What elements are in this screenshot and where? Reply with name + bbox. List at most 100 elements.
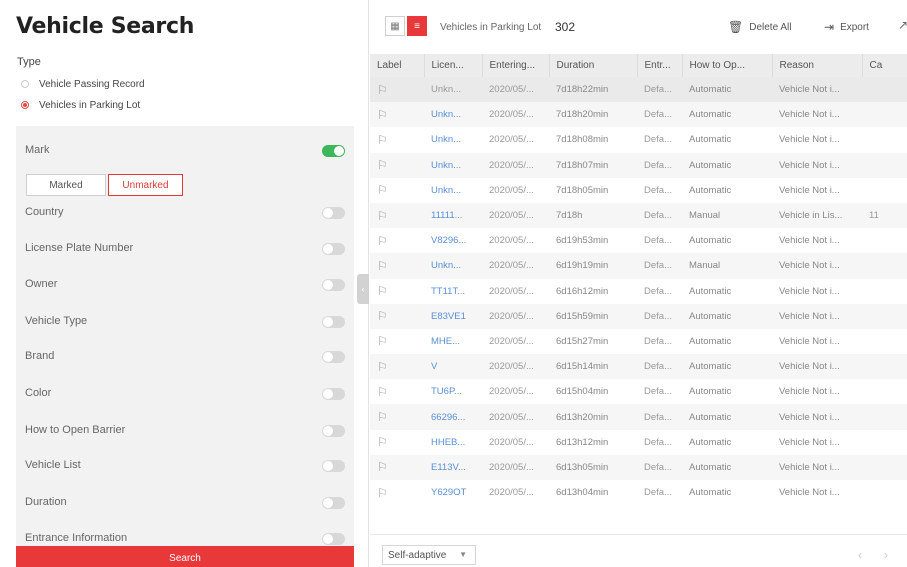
open-external-icon[interactable]: ↗ bbox=[898, 18, 907, 32]
cell-plate[interactable]: Unkn... bbox=[424, 127, 482, 152]
cell-plate[interactable]: MHE... bbox=[424, 329, 482, 354]
next-page-icon[interactable]: › bbox=[884, 548, 888, 562]
grid-icon[interactable]: ▦ bbox=[385, 16, 405, 36]
flag-icon[interactable]: ⚐ bbox=[370, 253, 424, 279]
flag-icon[interactable]: ⚐ bbox=[370, 178, 424, 203]
vehicle-list-toggle[interactable] bbox=[322, 460, 345, 472]
mark-toggle[interactable] bbox=[322, 145, 345, 157]
cell-extra bbox=[862, 354, 907, 380]
filter-label: Vehicle List bbox=[25, 459, 81, 471]
license-plate-toggle[interactable] bbox=[322, 243, 345, 255]
table-row[interactable]: ⚐ Y629OT 2020/05/... 6d13h04min Defa... Autom… bbox=[370, 480, 907, 505]
table-row[interactable]: ⚐ E113V... 2020/05/... 6d13h05min Defa... Aut… bbox=[370, 454, 907, 480]
flag-icon[interactable]: ⚐ bbox=[370, 202, 424, 229]
cell-entrance: Defa... bbox=[637, 454, 682, 480]
flag-icon[interactable]: ⚐ bbox=[370, 430, 424, 455]
table-row[interactable]: ⚐ TU6P... 2020/05/... 6d15h04min Defa... Auto… bbox=[370, 379, 907, 404]
column-header[interactable]: Entering... bbox=[482, 54, 550, 77]
cell-plate[interactable]: TU6P... bbox=[424, 379, 482, 404]
cell-plate[interactable]: V8296... bbox=[424, 228, 482, 253]
page-size-select[interactable]: Self-adaptive ▼ bbox=[382, 545, 476, 565]
cell-plate[interactable]: Unkn... bbox=[424, 253, 482, 279]
column-header[interactable]: Label bbox=[370, 54, 425, 77]
table-row[interactable]: ⚐ 66296... 2020/05/... 6d13h20min Defa... Aut… bbox=[370, 404, 907, 430]
column-header[interactable]: Licen... bbox=[424, 54, 483, 77]
duration-toggle[interactable] bbox=[322, 497, 345, 509]
table-row[interactable]: ⚐ Unkn... 2020/05/... 7d18h22min Defa... Auto… bbox=[370, 77, 907, 103]
cell-barrier: Automatic bbox=[689, 335, 732, 347]
column-header[interactable]: Ca bbox=[862, 54, 907, 77]
cell-plate[interactable]: Y629OT bbox=[424, 480, 482, 505]
table-row[interactable]: ⚐ E83VE1 2020/05/... 6d15h59min Defa... Autom… bbox=[370, 303, 907, 329]
cell-plate[interactable]: E113V... bbox=[424, 454, 482, 480]
collapse-panel-icon[interactable]: ‹ bbox=[357, 274, 369, 304]
flag-icon[interactable]: ⚐ bbox=[370, 454, 424, 480]
table-row[interactable]: ⚐ Unkn... 2020/05/... 7d18h20min Defa... Auto… bbox=[370, 102, 907, 128]
cell-plate[interactable]: TT11T... bbox=[424, 279, 482, 304]
flag-icon[interactable]: ⚐ bbox=[370, 152, 424, 178]
cell-reason: Vehicle Not i... bbox=[772, 77, 862, 103]
marked-button[interactable]: Marked bbox=[26, 174, 106, 196]
column-header[interactable]: How to Op... bbox=[682, 54, 773, 77]
prev-page-icon[interactable]: ‹ bbox=[858, 548, 862, 562]
entrance-toggle[interactable] bbox=[322, 533, 345, 545]
radio-vehicles-in-parking-lot[interactable]: Vehicles in Parking Lot bbox=[21, 98, 140, 112]
flag-icon[interactable]: ⚐ bbox=[370, 354, 424, 380]
barrier-toggle[interactable] bbox=[322, 425, 345, 437]
cell-entering: 2020/05/... bbox=[489, 335, 534, 347]
cell-entering: 2020/05/... bbox=[489, 235, 534, 247]
cell-plate[interactable]: Unkn... bbox=[424, 178, 482, 203]
color-toggle[interactable] bbox=[322, 388, 345, 400]
toolbar: ▦ ≡ Vehicles in Parking Lot 302 🗑 Delete… bbox=[370, 0, 907, 56]
country-toggle[interactable] bbox=[322, 207, 345, 219]
owner-toggle[interactable] bbox=[322, 279, 345, 291]
table-row[interactable]: ⚐ V 2020/05/... 6d15h14min Defa... Automatic V… bbox=[370, 354, 907, 380]
flag-icon[interactable]: ⚐ bbox=[370, 404, 424, 430]
column-header[interactable]: Reason bbox=[772, 54, 863, 77]
cell-plate[interactable]: Unkn... bbox=[424, 102, 482, 128]
delete-all-button[interactable]: 🗑 Delete All bbox=[728, 20, 791, 34]
table-row[interactable]: ⚐ V8296... 2020/05/... 6d19h53min Defa... Aut… bbox=[370, 228, 907, 253]
cell-plate[interactable]: 66296... bbox=[424, 404, 482, 430]
cell-entering: 2020/05/... bbox=[482, 77, 549, 103]
cell-plate[interactable]: 11111... bbox=[424, 202, 482, 229]
radio-vehicle-passing-record[interactable]: Vehicle Passing Record bbox=[21, 77, 145, 91]
flag-icon[interactable]: ⚐ bbox=[370, 303, 424, 329]
brand-toggle[interactable] bbox=[322, 351, 345, 363]
cell-plate[interactable]: Unkn... bbox=[424, 77, 482, 103]
list-icon[interactable]: ≡ bbox=[407, 16, 427, 36]
table-row[interactable]: ⚐ MHE... 2020/05/... 6d15h27min Defa... Autom… bbox=[370, 329, 907, 354]
column-header[interactable]: Entr... bbox=[637, 54, 683, 77]
radio-button[interactable] bbox=[21, 80, 29, 88]
table-row[interactable]: ⚐ 11111... 2020/05/... 7d18h Defa... Manual Ve… bbox=[370, 202, 907, 229]
flag-icon[interactable]: ⚐ bbox=[370, 77, 424, 103]
unmarked-button[interactable]: Unmarked bbox=[108, 174, 183, 196]
flag-icon[interactable]: ⚐ bbox=[370, 127, 424, 152]
cell-plate[interactable]: V bbox=[424, 354, 482, 380]
flag-icon[interactable]: ⚐ bbox=[370, 279, 424, 304]
table-row[interactable]: ⚐ HHEB... 2020/05/... 6d13h12min Defa... Auto… bbox=[370, 430, 907, 455]
flag-icon[interactable]: ⚐ bbox=[370, 379, 424, 404]
cell-entrance: Defa... bbox=[637, 102, 682, 128]
filter-owner: Owner bbox=[16, 268, 354, 304]
flag-icon[interactable]: ⚐ bbox=[370, 480, 424, 505]
radio-button-selected[interactable] bbox=[21, 101, 29, 109]
export-button[interactable]: ⇥ Export bbox=[824, 20, 869, 34]
cell-plate[interactable]: HHEB... bbox=[424, 430, 482, 455]
cell-extra bbox=[862, 228, 907, 253]
cell-barrier: Automatic bbox=[682, 454, 772, 480]
table-row[interactable]: ⚐ Unkn... 2020/05/... 7d18h08min Defa... Auto… bbox=[370, 127, 907, 152]
cell-plate[interactable]: E83VE1 bbox=[424, 303, 482, 329]
table-row[interactable]: ⚐ Unkn... 2020/05/... 7d18h07min Defa... Auto… bbox=[370, 152, 907, 178]
vehicle-type-toggle[interactable] bbox=[322, 316, 345, 328]
table-row[interactable]: ⚐ Unkn... 2020/05/... 7d18h05min Defa... Auto… bbox=[370, 178, 907, 203]
flag-icon[interactable]: ⚐ bbox=[370, 102, 424, 128]
search-button[interactable]: Search bbox=[16, 546, 354, 567]
table-row[interactable]: ⚐ Unkn... 2020/05/... 6d19h19min Defa... Manu… bbox=[370, 253, 907, 279]
cell-plate[interactable]: Unkn... bbox=[424, 152, 482, 178]
table-row[interactable]: ⚐ TT11T... 2020/05/... 6d16h12min Defa... Aut… bbox=[370, 279, 907, 304]
column-header[interactable]: Duration bbox=[549, 54, 638, 77]
flag-icon[interactable]: ⚐ bbox=[370, 228, 424, 253]
flag-icon[interactable]: ⚐ bbox=[370, 329, 424, 354]
filter-barrier: How to Open Barrier bbox=[16, 414, 354, 450]
